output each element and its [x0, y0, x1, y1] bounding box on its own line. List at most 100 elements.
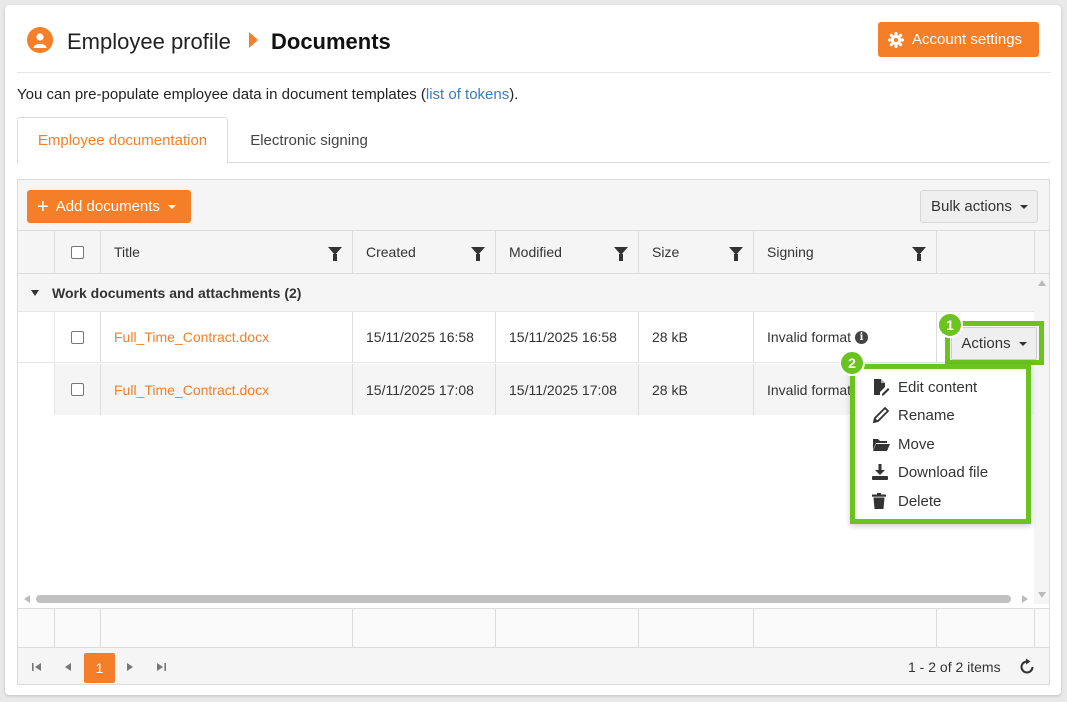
- modified-cell: 15/11/2025 17:08: [496, 364, 639, 415]
- filter-icon[interactable]: [912, 247, 926, 261]
- previous-page-icon[interactable]: [64, 662, 72, 675]
- folder-open-icon: [872, 436, 892, 452]
- column-header-title[interactable]: Title: [101, 231, 353, 273]
- filter-icon[interactable]: [328, 247, 342, 261]
- chevron-down-icon: [167, 204, 176, 209]
- horizontal-scrollbar[interactable]: [18, 591, 1034, 607]
- actions-menu: Edit content Rename Move Download file D…: [850, 364, 1031, 524]
- account-settings-button[interactable]: Account settings: [878, 22, 1039, 57]
- menu-item-label: Download file: [898, 463, 989, 481]
- menu-item-move[interactable]: Move: [872, 432, 935, 456]
- modified-cell: 15/11/2025 16:58: [496, 312, 639, 362]
- refresh-icon[interactable]: [1018, 658, 1036, 679]
- tab-electronic-signing[interactable]: Electronic signing: [233, 117, 385, 163]
- pager: 1 1 - 2 of 2 items: [18, 648, 1049, 684]
- menu-item-edit-content[interactable]: Edit content: [872, 375, 977, 399]
- footer-cell: [639, 609, 754, 647]
- menu-item-delete[interactable]: Delete: [872, 489, 941, 513]
- main-card: Employee profile Documents Account setti…: [5, 5, 1061, 695]
- edit-file-icon: [872, 378, 892, 396]
- row-checkbox[interactable]: [71, 330, 84, 344]
- plus-icon: +: [37, 195, 49, 218]
- scroll-up-icon[interactable]: [1038, 280, 1046, 286]
- scroll-left-icon[interactable]: [24, 595, 30, 603]
- scroll-down-icon[interactable]: [1038, 592, 1046, 598]
- info-suffix: ).: [509, 86, 519, 103]
- title-cell: Full_Time_Contract.docx: [101, 312, 353, 362]
- column-header-row: Title Created Modified Size Signing: [18, 231, 1049, 274]
- group-label: Work documents and attachments (2): [52, 284, 302, 301]
- row-select-cell: [55, 364, 101, 415]
- add-documents-button[interactable]: + Add documents: [27, 190, 191, 223]
- filter-icon[interactable]: [614, 247, 628, 261]
- info-icon[interactable]: i: [855, 330, 869, 344]
- bulk-actions-label: Bulk actions: [931, 198, 1012, 215]
- user-avatar-icon: [27, 27, 53, 53]
- column-header-signing[interactable]: Signing: [754, 231, 937, 273]
- footer-row: [18, 608, 1049, 648]
- next-page-icon[interactable]: [126, 662, 134, 675]
- menu-item-rename[interactable]: Rename: [872, 403, 955, 427]
- document-link[interactable]: Full_Time_Contract.docx: [114, 329, 269, 345]
- page-title: Documents: [271, 29, 391, 54]
- column-size-label: Size: [652, 244, 680, 260]
- filter-icon[interactable]: [729, 247, 743, 261]
- column-modified-label: Modified: [509, 244, 562, 260]
- size-cell: 28 kB: [639, 364, 754, 415]
- column-signing-label: Signing: [767, 244, 814, 260]
- document-link[interactable]: Full_Time_Contract.docx: [114, 382, 269, 398]
- menu-item-label: Delete: [898, 492, 942, 510]
- column-header-created[interactable]: Created: [353, 231, 496, 273]
- column-header-modified[interactable]: Modified: [496, 231, 639, 273]
- chevron-down-icon: [1019, 204, 1028, 209]
- current-page-button[interactable]: 1: [84, 653, 115, 683]
- last-page-icon[interactable]: [156, 662, 166, 675]
- bulk-actions-button[interactable]: Bulk actions: [920, 190, 1038, 223]
- column-title-label: Title: [114, 244, 140, 260]
- filter-icon[interactable]: [471, 247, 485, 261]
- first-page-icon[interactable]: [32, 662, 42, 675]
- group-column-header: [18, 231, 55, 273]
- pager-info: 1 - 2 of 2 items: [908, 659, 1001, 675]
- scroll-right-icon[interactable]: [1022, 595, 1028, 603]
- signing-status: Invalid format: [767, 381, 852, 398]
- pencil-icon: [872, 406, 892, 424]
- breadcrumb-employee-profile[interactable]: Employee profile: [67, 29, 231, 55]
- footer-cell: [101, 609, 353, 647]
- title-cell: Full_Time_Contract.docx: [101, 364, 353, 415]
- menu-item-label: Edit content: [898, 378, 978, 396]
- actions-column-header: [937, 231, 1035, 273]
- menu-item-label: Rename: [898, 406, 955, 424]
- step-badge: 1: [937, 312, 963, 338]
- footer-cell: [496, 609, 639, 647]
- created-cell: 15/11/2025 17:08: [353, 364, 496, 415]
- menu-item-download-file[interactable]: Download file: [872, 460, 988, 484]
- indent-cell: [18, 364, 55, 415]
- breadcrumb-separator-icon: [249, 32, 258, 48]
- step-badge: 2: [839, 350, 865, 376]
- select-all-checkbox[interactable]: [71, 245, 84, 259]
- footer-cell: [353, 609, 496, 647]
- add-documents-label: Add documents: [55, 198, 160, 215]
- trash-icon: [872, 493, 892, 509]
- table-row[interactable]: Full_Time_Contract.docx 15/11/2025 16:58…: [18, 312, 1034, 363]
- info-prefix: You can pre-populate employee data in do…: [17, 86, 426, 103]
- collapse-icon[interactable]: [31, 289, 39, 296]
- created-cell: 15/11/2025 16:58: [353, 312, 496, 362]
- column-header-size[interactable]: Size: [639, 231, 754, 273]
- list-of-tokens-link[interactable]: list of tokens: [426, 86, 509, 103]
- row-checkbox[interactable]: [71, 383, 84, 396]
- footer-cell: [18, 609, 55, 647]
- select-all-cell: [55, 231, 101, 273]
- scrollbar-thumb[interactable]: [36, 595, 1011, 603]
- download-icon: [872, 464, 892, 480]
- tab-bar: Employee documentation Electronic signin…: [17, 117, 1050, 164]
- footer-cell: [937, 609, 1035, 647]
- footer-cell: [754, 609, 937, 647]
- menu-item-label: Move: [898, 435, 935, 453]
- page-header: Employee profile Documents Account setti…: [17, 5, 1051, 73]
- size-cell: 28 kB: [639, 312, 754, 362]
- tab-employee-documentation[interactable]: Employee documentation: [17, 117, 228, 164]
- gear-icon: [888, 31, 904, 48]
- group-header-row[interactable]: Work documents and attachments (2): [18, 274, 1034, 312]
